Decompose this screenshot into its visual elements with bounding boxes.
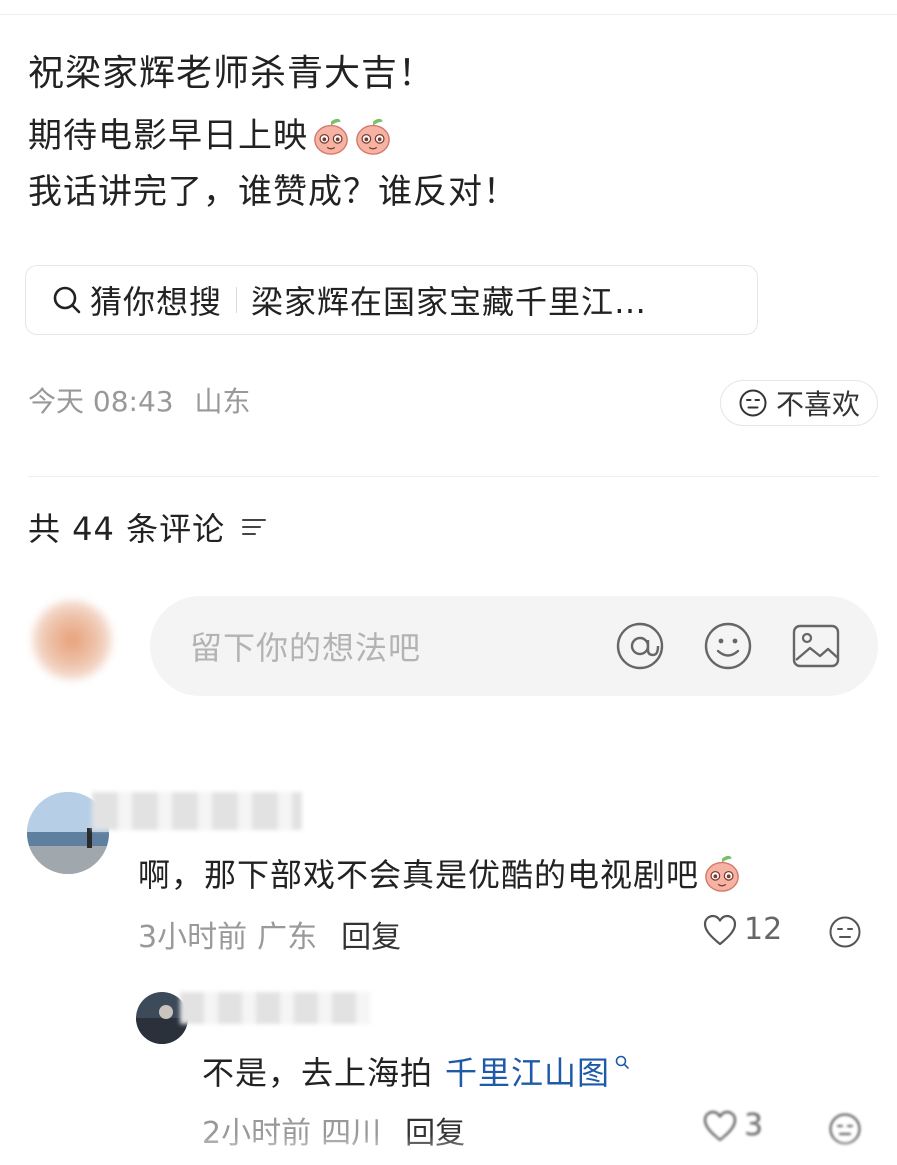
reply-search-link[interactable]: 千里江山图 <box>445 1048 610 1094</box>
search-icon <box>53 286 81 314</box>
post-location: 山东 <box>194 385 251 418</box>
sort-icon[interactable] <box>239 512 269 542</box>
reply-text-content: 不是，去上海拍 <box>202 1054 434 1092</box>
replier-name-blurred <box>180 992 370 1024</box>
dislike-comment-icon[interactable] <box>828 915 862 949</box>
comment-location: 广东 <box>257 920 318 955</box>
dislike-button[interactable]: 不喜欢 <box>720 380 878 426</box>
meh-face-icon <box>739 389 767 417</box>
like-button[interactable]: 12 <box>702 912 782 947</box>
at-icon[interactable] <box>614 620 666 672</box>
suggested-search-label: 猜你想搜 <box>90 283 223 321</box>
current-user-avatar[interactable] <box>32 600 112 680</box>
reply-button[interactable]: 回复 <box>341 912 401 956</box>
comment-meta: 3小时前 广东 回复 <box>138 912 401 956</box>
section-divider <box>28 476 878 477</box>
peach-emoji-icon <box>705 855 739 892</box>
comments-count-label: 共 44 条评论 <box>28 510 226 548</box>
comments-header[interactable]: 共 44 条评论 <box>28 504 269 550</box>
comment-input[interactable]: 留下你的想法吧 <box>150 596 878 696</box>
post-body: 祝梁家辉老师杀青大吉！ 期待电影早日上映 我话讲完了，谁赞成？谁反对！ <box>28 48 868 220</box>
emoji-icon[interactable] <box>702 620 754 672</box>
peach-emoji-icon <box>356 118 390 155</box>
bottom-fade <box>0 1135 897 1165</box>
post-title-line: 祝梁家辉老师杀青大吉！ <box>28 53 436 94</box>
reply-text: 不是，去上海拍 千里江山图 <box>202 1048 630 1094</box>
heart-icon <box>703 914 737 945</box>
dislike-label: 不喜欢 <box>775 388 860 421</box>
comment-time: 3小时前 <box>138 920 248 955</box>
suggested-search-bar[interactable]: 猜你想搜 梁家辉在国家宝藏千里江… <box>25 265 758 335</box>
top-divider <box>0 14 897 15</box>
commenter-name-blurred <box>92 792 302 830</box>
post-meta: 今天 08:43 山东 <box>28 380 251 420</box>
image-icon[interactable] <box>790 620 842 672</box>
like-count: 12 <box>744 912 783 947</box>
post-line-3: 我话讲完了，谁赞成？谁反对！ <box>28 172 518 212</box>
search-link-icon <box>615 1055 629 1069</box>
post-time: 今天 08:43 <box>28 385 174 418</box>
post-line-2-text: 期待电影早日上映 <box>28 116 308 156</box>
comment-text-content: 啊，那下部戏不会真是优酷的电视剧吧 <box>138 856 700 894</box>
post-line-2: 期待电影早日上映 <box>28 108 868 164</box>
suggested-search-query[interactable]: 梁家辉在国家宝藏千里江… <box>251 277 647 323</box>
comment-text: 啊，那下部戏不会真是优酷的电视剧吧 <box>138 850 741 896</box>
separator <box>236 287 238 313</box>
peach-emoji-icon <box>314 118 348 155</box>
comment-input-placeholder[interactable]: 留下你的想法吧 <box>190 623 614 669</box>
